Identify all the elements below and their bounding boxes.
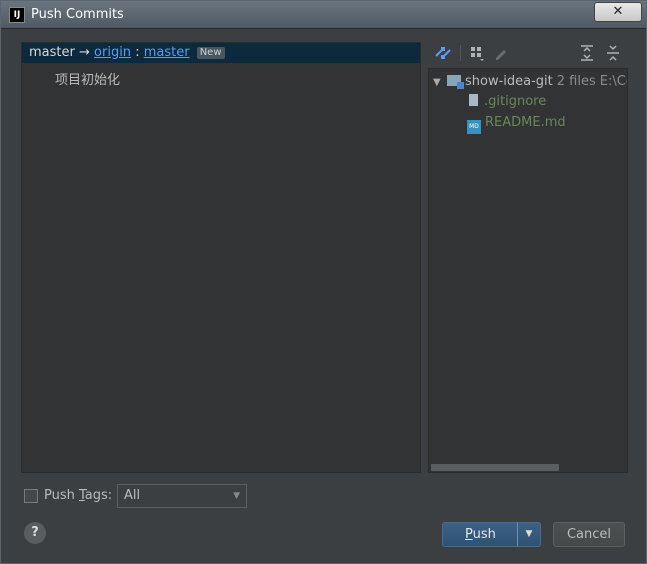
expand-all-icon[interactable] — [576, 42, 598, 64]
show-diff-icon[interactable] — [432, 42, 454, 64]
group-by-icon[interactable] — [466, 42, 488, 64]
repository-path: E:\Cod — [599, 74, 627, 89]
edit-source-icon[interactable] — [490, 42, 512, 64]
push-spec-row[interactable]: master → origin : master New — [22, 43, 420, 63]
push-tags-select-value: All — [124, 488, 141, 503]
new-branch-badge: New — [196, 47, 225, 59]
expand-arrow-icon[interactable]: ▼ — [433, 74, 447, 92]
push-arrow: → — [78, 45, 90, 60]
file-item-gitignore[interactable]: .gitignore — [469, 93, 546, 111]
file-name: .gitignore — [484, 94, 547, 109]
horizontal-scrollbar[interactable] — [431, 464, 559, 471]
changed-files-tree: ▼ show-idea-git2 filesE:\Cod .gitignore M… — [428, 68, 628, 473]
push-spec: master → origin : master New — [29, 43, 225, 63]
window-title: Push Commits — [31, 7, 124, 22]
remote-branch-link[interactable]: master — [144, 45, 190, 60]
folder-icon — [447, 75, 464, 89]
push-commits-dialog: IJ Push Commits ✕ master → origin : mast… — [0, 0, 647, 564]
remote-separator: : — [135, 45, 140, 60]
repository-name: show-idea-git — [465, 74, 553, 89]
push-tags-label[interactable]: Push Tags: — [44, 488, 112, 503]
commits-tree: master → origin : master New 项目初始化 — [21, 42, 421, 473]
remote-link[interactable]: origin — [94, 45, 131, 60]
help-button[interactable]: ? — [24, 522, 46, 544]
chevron-down-icon: ▼ — [233, 491, 240, 501]
collapse-all-icon[interactable] — [602, 42, 624, 64]
intellij-icon: IJ — [9, 7, 25, 23]
repository-node[interactable]: ▼ show-idea-git2 filesE:\Cod — [433, 73, 627, 92]
file-item-readme[interactable]: MD README.md — [467, 114, 566, 134]
toolbar-separator — [460, 45, 461, 61]
file-count: 2 files — [556, 74, 596, 89]
local-branch: master — [29, 45, 75, 60]
cancel-button[interactable]: Cancel — [553, 522, 625, 547]
commit-item[interactable]: 项目初始化 — [55, 69, 120, 88]
chevron-down-icon: ▼ — [525, 529, 533, 539]
changes-toolbar — [428, 42, 634, 66]
dialog-content: master → origin : master New 项目初始化 ▼ sho… — [7, 34, 640, 558]
push-options-dropdown[interactable]: ▼ — [517, 522, 541, 547]
push-tags-select[interactable]: All ▼ — [117, 484, 247, 508]
push-button[interactable]: Push — [442, 522, 519, 547]
markdown-file-icon: MD — [467, 120, 481, 134]
dialog-footer: Push Tags: All ▼ ? Push ▼ Cancel — [7, 484, 640, 554]
title-bar[interactable]: IJ Push Commits ✕ — [1, 1, 646, 29]
text-file-icon — [469, 94, 478, 106]
close-button[interactable]: ✕ — [594, 2, 642, 22]
file-name: README.md — [485, 115, 566, 130]
push-tags-checkbox[interactable] — [24, 489, 38, 503]
